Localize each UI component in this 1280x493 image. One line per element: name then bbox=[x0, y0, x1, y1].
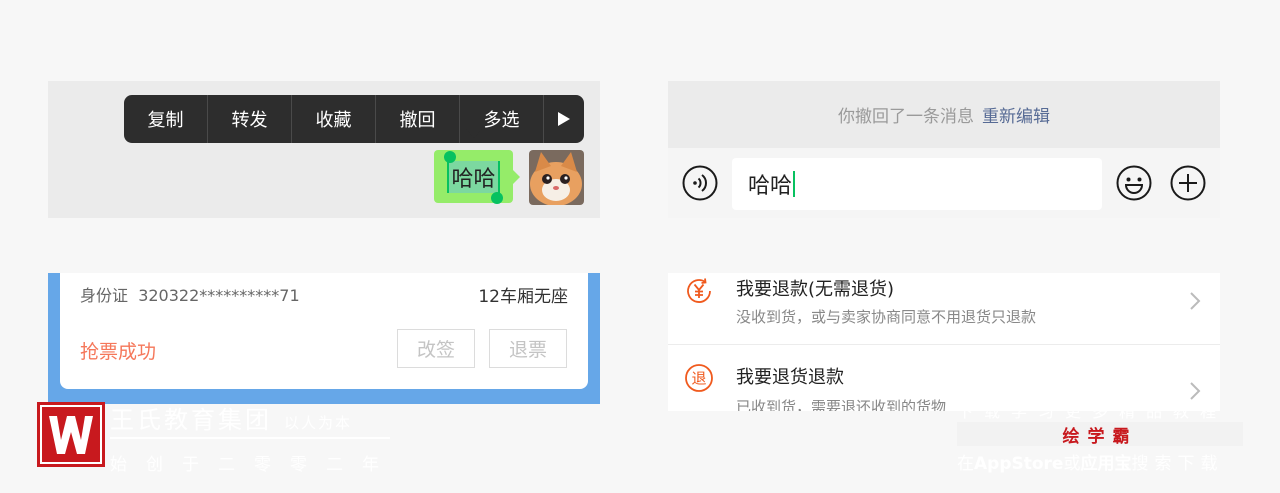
plus-icon bbox=[1170, 165, 1206, 201]
selection-end-handle[interactable] bbox=[491, 192, 503, 204]
menu-copy[interactable]: 复制 bbox=[124, 95, 208, 143]
brand-logo bbox=[37, 402, 105, 467]
voice-button[interactable] bbox=[682, 165, 718, 201]
menu-more-button[interactable] bbox=[544, 95, 584, 143]
watermark-brand: 绘学霸 bbox=[1062, 426, 1138, 447]
store-hint-or: 或 bbox=[1063, 454, 1081, 474]
cat-avatar[interactable] bbox=[529, 150, 584, 205]
watermark-title: 王氏教育集团 bbox=[110, 406, 272, 434]
watermark-store-hint: 在AppStore或应用宝搜索下载 bbox=[957, 449, 1223, 474]
svg-text:退: 退 bbox=[691, 370, 706, 388]
menu-pointer bbox=[466, 129, 482, 138]
option-title: 我要退款(无需退货) bbox=[736, 279, 895, 300]
input-value: 哈哈 bbox=[748, 174, 793, 199]
emoji-button[interactable] bbox=[1116, 165, 1152, 201]
menu-recall[interactable]: 撤回 bbox=[376, 95, 460, 143]
store-hint-yingyongbao: 应用宝 bbox=[1080, 454, 1132, 474]
ticket-panel: 身份证 320322**********71 12车厢无座 抢票成功 改签 退票 bbox=[48, 273, 600, 404]
recall-input-panel: 你撤回了一条消息 重新编辑 哈哈 bbox=[668, 81, 1220, 218]
watermark-motto: 以人为本 bbox=[284, 414, 353, 432]
refund-option-only[interactable]: 我要退款(无需退货) 没收到货，或与卖家协商同意不用退货只退款 bbox=[668, 273, 1220, 336]
watermark-download-hint: 下载学习更多精品教程 bbox=[957, 402, 1228, 421]
option-desc: 已收到货，需要退还收到的货物 bbox=[736, 398, 947, 411]
refund-ticket-button[interactable]: 退票 bbox=[489, 329, 567, 368]
recall-notice: 你撤回了一条消息 重新编辑 bbox=[668, 81, 1220, 148]
seat-info: 12车厢无座 bbox=[478, 287, 568, 307]
id-label: 身份证 bbox=[80, 286, 129, 305]
menu-favorite[interactable]: 收藏 bbox=[292, 95, 376, 143]
emoji-icon bbox=[1116, 165, 1152, 201]
passenger-id: 身份证 320322**********71 bbox=[80, 282, 300, 306]
watermark-founded: 始创于二零零二年 bbox=[110, 455, 398, 475]
store-hint-appstore: AppStore bbox=[974, 454, 1064, 474]
ticket-card: 身份证 320322**********71 12车厢无座 抢票成功 改签 退票 bbox=[60, 273, 588, 389]
voice-icon bbox=[682, 165, 718, 201]
store-hint-suffix: 搜索下载 bbox=[1131, 454, 1224, 474]
store-hint-prefix: 在 bbox=[957, 454, 974, 474]
message-input[interactable]: 哈哈 bbox=[732, 158, 1102, 210]
selection-start-handle[interactable] bbox=[444, 151, 456, 163]
tui-icon: 退 bbox=[685, 364, 713, 392]
option-title: 我要退货退款 bbox=[736, 367, 844, 388]
yen-refund-icon bbox=[687, 278, 711, 303]
message-context-menu: 复制 转发 收藏 撤回 多选 bbox=[124, 95, 584, 143]
option-desc: 没收到货，或与卖家协商同意不用退货只退款 bbox=[736, 308, 1037, 326]
chevron-right-icon bbox=[1190, 292, 1201, 310]
recall-text: 你撤回了一条消息 bbox=[838, 107, 974, 127]
watermark-company: 王氏教育集团 以人为本 bbox=[110, 400, 352, 435]
change-ticket-button[interactable]: 改签 bbox=[397, 329, 475, 368]
chat-input-bar: 哈哈 bbox=[668, 148, 1220, 218]
refund-options-panel: 我要退款(无需退货) 没收到货，或与卖家协商同意不用退货只退款 退 我要退货退款… bbox=[668, 273, 1220, 411]
ticket-status: 抢票成功 bbox=[80, 341, 157, 363]
chat-context-panel: 复制 转发 收藏 撤回 多选 哈哈 bbox=[48, 81, 600, 218]
reedit-link[interactable]: 重新编辑 bbox=[982, 102, 1050, 127]
id-value: 320322**********71 bbox=[138, 286, 300, 305]
selected-text: 哈哈 bbox=[447, 160, 500, 193]
play-right-icon bbox=[558, 112, 570, 126]
plus-button[interactable] bbox=[1170, 165, 1206, 201]
watermark-divider bbox=[110, 437, 390, 439]
menu-forward[interactable]: 转发 bbox=[208, 95, 292, 143]
text-caret bbox=[793, 171, 796, 197]
watermark-brand-band: 绘学霸 bbox=[957, 422, 1243, 447]
